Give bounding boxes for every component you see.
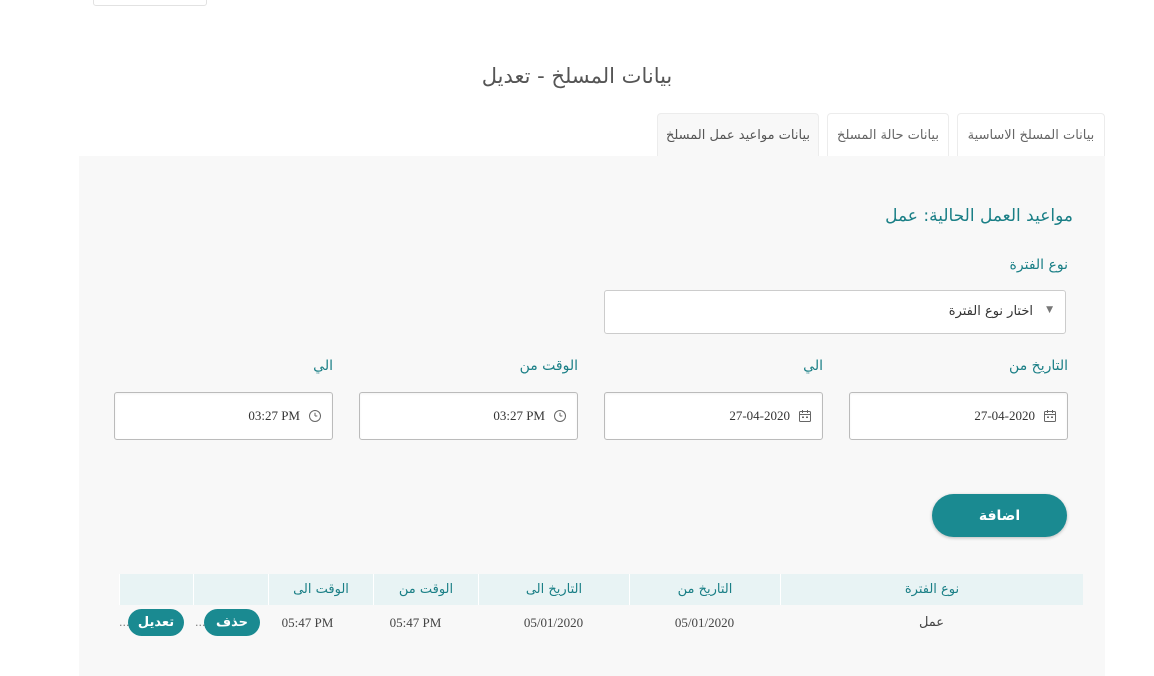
caret-down-icon: ▼ [1046,305,1053,315]
time-to-input[interactable]: 03:27 PM [114,392,333,440]
column-header-edit [119,574,193,605]
clock-icon [554,410,566,422]
tab-status-data[interactable]: بيانات حالة المسلخ [827,113,949,156]
table-header: نوع الفترة التاريخ من التاريخ الى الوقت … [119,574,1083,605]
time-to-value: 03:27 PM [248,408,300,423]
delete-ellipsis: ... [195,616,206,629]
time-from-value: 03:27 PM [493,408,545,423]
date-from-label: التاريخ من [1009,358,1068,374]
edit-ellipsis: ... [119,616,130,629]
add-button[interactable]: اضافة [932,494,1067,537]
tab-basic-data[interactable]: بيانات المسلخ الاساسية [957,113,1105,156]
edit-button[interactable]: تعديل [128,609,184,636]
calendar-icon [1044,410,1056,422]
cell-time-to: 05:47 PM [281,615,334,630]
cell-time-from: 05:47 PM [389,615,442,630]
cell-date-to: 05/01/2020 [523,615,584,630]
working-hours-panel: مواعيد العمل الحالية: عمل نوع الفترة اخت… [79,156,1105,676]
period-type-selected-value: اختار نوع الفترة [948,304,1033,319]
tab-working-hours[interactable]: بيانات مواعيد عمل المسلخ [657,113,819,156]
page-title: بيانات المسلخ - تعديل [481,64,673,88]
column-header-period-type: نوع الفترة [780,574,1083,605]
cell-date-from: 05/01/2020 [674,615,735,630]
time-from-label: الوقت من [519,358,578,374]
cell-period-type: عمل [918,615,945,630]
column-header-date-from: التاريخ من [629,574,780,605]
period-type-label: نوع الفترة [1009,257,1068,273]
time-to-label: الي [313,358,333,374]
period-type-select[interactable]: اختار نوع الفترة ▼ [604,290,1066,334]
column-header-time-to: الوقت الى [268,574,373,605]
column-header-delete [193,574,268,605]
calendar-icon [799,410,811,422]
date-to-input[interactable]: 27-04-2020 [604,392,823,440]
current-schedule-heading: مواعيد العمل الحالية: عمل [885,206,1073,226]
date-from-input[interactable]: 27-04-2020 [849,392,1068,440]
date-to-value: 27-04-2020 [729,408,790,423]
column-header-date-to: التاريخ الى [478,574,629,605]
delete-button[interactable]: حذف [204,609,260,636]
clock-icon [309,410,321,422]
time-from-input[interactable]: 03:27 PM [359,392,578,440]
top-control-stub[interactable] [93,0,207,6]
date-from-value: 27-04-2020 [974,408,1035,423]
column-header-time-from: الوقت من [373,574,478,605]
date-to-label: الي [803,358,823,374]
